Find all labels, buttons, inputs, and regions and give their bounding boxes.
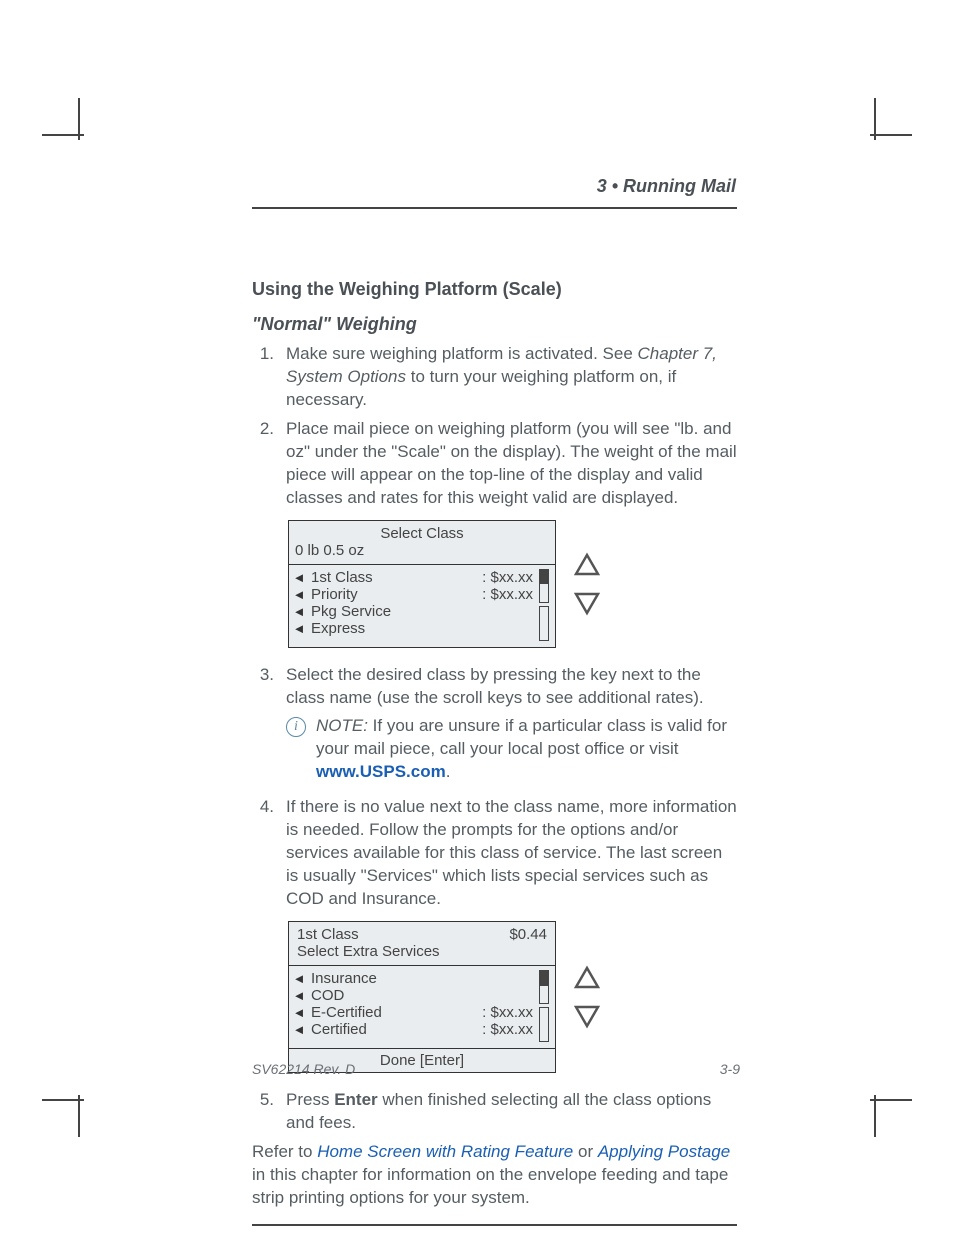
usps-link[interactable]: www.USPS.com (316, 762, 446, 781)
display-price: $0.44 (509, 926, 547, 943)
step-number: 2. (252, 418, 286, 510)
display-class-label: 1st Class (297, 926, 359, 943)
display-subtitle: Select Extra Services (289, 943, 555, 966)
note-text: NOTE: If you are unsure if a particular … (316, 715, 737, 784)
left-arrow-icon: ◄ (289, 570, 309, 585)
display-row[interactable]: ◄ Certified : $xx.xx (289, 1021, 555, 1038)
display-row[interactable]: ◄ COD (289, 987, 555, 1004)
steps-list-cont: 3. Select the desired class by pressing … (252, 664, 737, 911)
scroll-down-icon[interactable] (574, 1003, 600, 1029)
section-title: Using the Weighing Platform (Scale) (252, 279, 737, 300)
home-screen-link[interactable]: Home Screen with Rating Feature (317, 1142, 578, 1161)
display-title: Select Class (289, 521, 555, 542)
closing-paragraph: Refer to Home Screen with Rating Feature… (252, 1141, 737, 1210)
display-row[interactable]: ◄ Priority : $xx.xx (289, 586, 555, 603)
lcd-display-extra-services: 1st Class $0.44 Select Extra Services ◄ … (288, 921, 737, 1073)
step-number: 3. (252, 664, 286, 791)
left-arrow-icon: ◄ (289, 1022, 309, 1037)
display-row[interactable]: ◄ E-Certified : $xx.xx (289, 1004, 555, 1021)
step-body: Make sure weighing platform is activated… (286, 343, 737, 412)
scroll-up-icon[interactable] (574, 965, 600, 991)
steps-list-cont2: 5. Press Enter when finished selecting a… (252, 1089, 737, 1135)
display-scrollbar[interactable] (539, 569, 549, 641)
header-rule (252, 207, 737, 209)
left-arrow-icon: ◄ (289, 604, 309, 619)
left-arrow-icon: ◄ (289, 587, 309, 602)
page-number: 3-9 (720, 1061, 740, 1077)
display-weight: 0 lb 0.5 oz (289, 542, 555, 565)
applying-postage-link[interactable]: Applying Postage (598, 1142, 730, 1161)
left-arrow-icon: ◄ (289, 971, 309, 986)
step-number: 4. (252, 796, 286, 911)
display-row[interactable]: ◄ Insurance (289, 970, 555, 987)
display-scrollbar[interactable] (539, 970, 549, 1042)
left-arrow-icon: ◄ (289, 988, 309, 1003)
display-row[interactable]: ◄ Pkg Service (289, 603, 555, 620)
steps-list: 1. Make sure weighing platform is activa… (252, 343, 737, 510)
info-icon: i (286, 717, 306, 737)
display-row[interactable]: ◄ 1st Class : $xx.xx (289, 569, 555, 586)
footer-rule (252, 1224, 737, 1226)
left-arrow-icon: ◄ (289, 621, 309, 636)
step-body: Press Enter when finished selecting all … (286, 1089, 737, 1135)
sub-heading: "Normal" Weighing (252, 314, 737, 335)
enter-key: Enter (334, 1090, 377, 1109)
scroll-up-icon[interactable] (574, 552, 600, 578)
step-body: If there is no value next to the class n… (286, 796, 737, 911)
left-arrow-icon: ◄ (289, 1005, 309, 1020)
step-body: Place mail piece on weighing platform (y… (286, 418, 737, 510)
doc-code: SV62214 Rev. D (252, 1061, 355, 1077)
display-row[interactable]: ◄ Express (289, 620, 555, 637)
step-body: Select the desired class by pressing the… (286, 664, 737, 791)
lcd-display-select-class: Select Class 0 lb 0.5 oz ◄ 1st Class : $… (288, 520, 737, 648)
step-number: 1. (252, 343, 286, 412)
scroll-down-icon[interactable] (574, 590, 600, 616)
step-number: 5. (252, 1089, 286, 1135)
